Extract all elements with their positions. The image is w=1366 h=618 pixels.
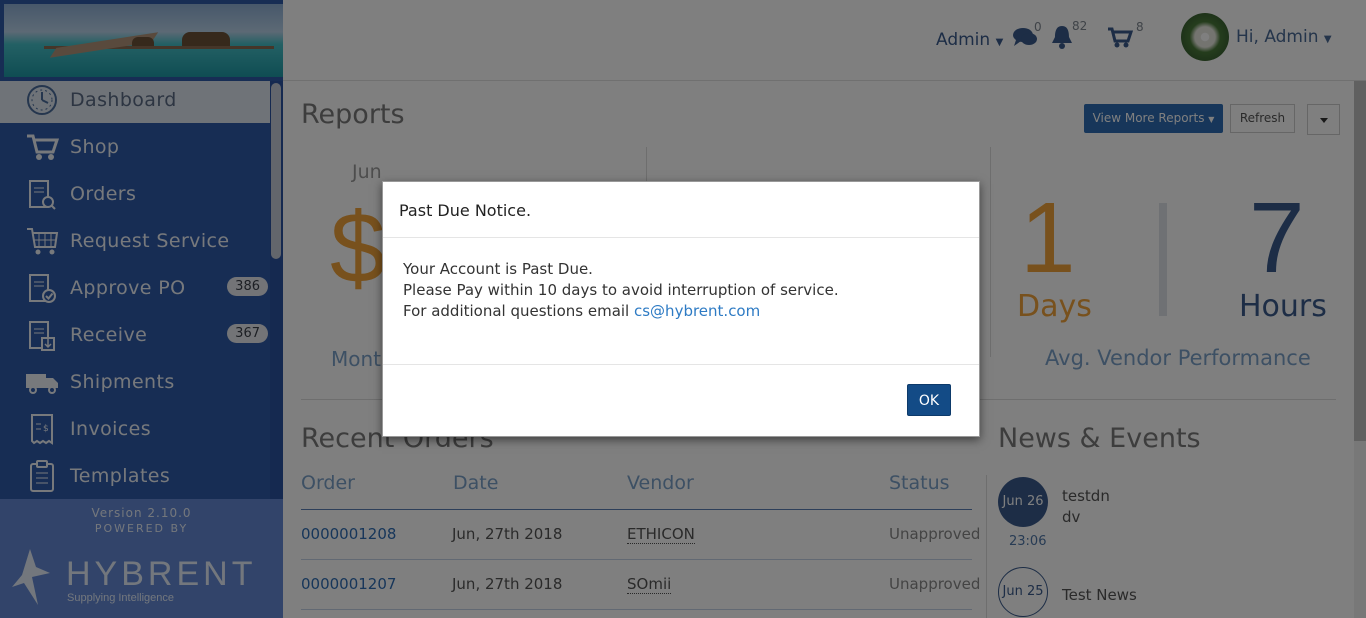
modal-title: Past Due Notice. xyxy=(399,201,532,220)
modal-header-divider xyxy=(383,237,979,238)
modal-line: Please Pay within 10 days to avoid inter… xyxy=(403,281,839,299)
support-email-link[interactable]: cs@hybrent.com xyxy=(634,302,760,320)
ok-button[interactable]: OK xyxy=(907,384,951,416)
modal-footer-divider xyxy=(383,364,979,365)
past-due-modal: Past Due Notice. Your Account is Past Du… xyxy=(382,181,980,437)
modal-line: For additional questions email cs@hybren… xyxy=(403,301,839,322)
modal-body: Your Account is Past Due. Please Pay wit… xyxy=(403,259,839,322)
modal-email-prefix: For additional questions email xyxy=(403,302,634,320)
modal-line: Your Account is Past Due. xyxy=(403,260,593,278)
